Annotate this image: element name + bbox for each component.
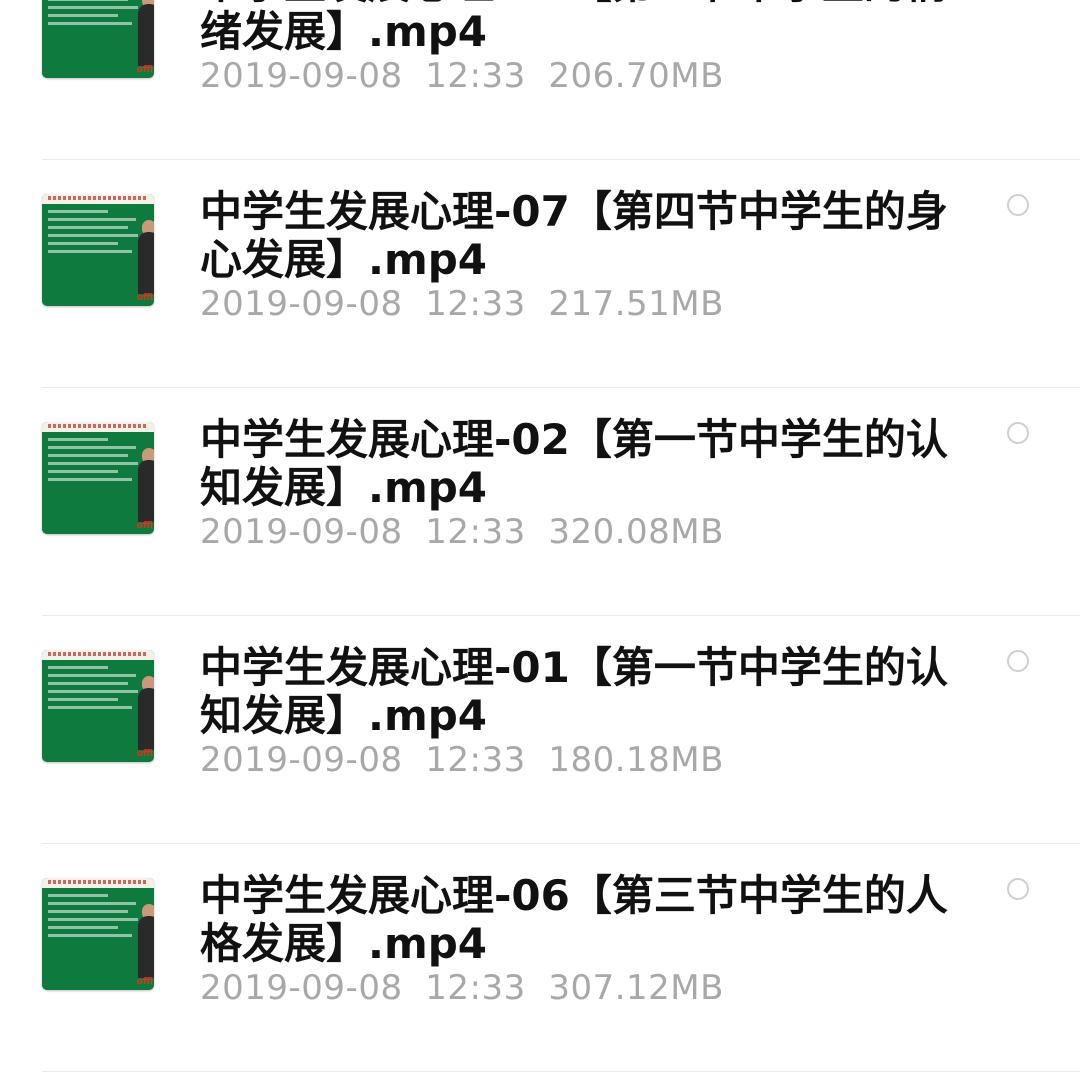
file-date: 2019-09-08	[200, 512, 403, 552]
file-list-item-1[interactable]: offi 中学生发展心理-03【第二节中学生的情 绪发展】.mp4 2019-0…	[0, 0, 1080, 160]
file-title-line1: 中学生发展心理-01【第一节中学生的认	[200, 643, 948, 692]
video-thumbnail: offi	[42, 878, 154, 990]
select-radio[interactable]	[1007, 194, 1029, 216]
file-title: 中学生发展心理-06【第三节中学生的人 格发展】.mp4	[200, 872, 960, 968]
file-list-item-3[interactable]: offi 中学生发展心理-02【第一节中学生的认 知发展】.mp4 2019-0…	[0, 388, 1080, 616]
select-radio[interactable]	[1007, 650, 1029, 672]
file-time: 12:33	[425, 56, 526, 96]
file-title-line2: 知发展】.mp4	[200, 691, 488, 740]
file-size: 307.12MB	[548, 968, 724, 1008]
brand-logo: offi	[136, 65, 153, 75]
file-list: offi 中学生发展心理-03【第二节中学生的情 绪发展】.mp4 2019-0…	[0, 0, 1080, 1080]
file-list-item-4[interactable]: offi 中学生发展心理-01【第一节中学生的认 知发展】.mp4 2019-0…	[0, 616, 1080, 844]
file-meta: 2019-09-08 12:33 180.18MB	[200, 740, 724, 780]
brand-logo: offi	[136, 749, 153, 759]
file-time: 12:33	[425, 740, 526, 780]
file-title-line2: 格发展】.mp4	[200, 919, 488, 968]
file-time: 12:33	[425, 512, 526, 552]
file-date: 2019-09-08	[200, 284, 403, 324]
file-meta: 2019-09-08 12:33 320.08MB	[200, 512, 724, 552]
file-title-line1: 中学生发展心理-02【第一节中学生的认	[200, 415, 948, 464]
file-title-line2: 心发展】.mp4	[200, 235, 488, 284]
file-date: 2019-09-08	[200, 740, 403, 780]
video-thumbnail: offi	[42, 650, 154, 762]
video-thumbnail: offi	[42, 194, 154, 306]
file-meta: 2019-09-08 12:33 307.12MB	[200, 968, 724, 1008]
file-title: 中学生发展心理-07【第四节中学生的身 心发展】.mp4	[200, 188, 960, 284]
file-size: 320.08MB	[548, 512, 724, 552]
file-meta: 2019-09-08 12:33 206.70MB	[200, 56, 724, 96]
brand-logo: offi	[136, 521, 153, 531]
brand-logo: offi	[136, 293, 153, 303]
select-radio[interactable]	[1007, 878, 1029, 900]
file-title-line1: 中学生发展心理-06【第三节中学生的人	[200, 871, 948, 920]
file-size: 206.70MB	[548, 56, 724, 96]
file-list-item-2[interactable]: offi 中学生发展心理-07【第四节中学生的身 心发展】.mp4 2019-0…	[0, 160, 1080, 388]
file-title-line1: 中学生发展心理-07【第四节中学生的身	[200, 187, 948, 236]
file-time: 12:33	[425, 968, 526, 1008]
file-title: 中学生发展心理-03【第二节中学生的情 绪发展】.mp4	[200, 0, 960, 56]
file-meta: 2019-09-08 12:33 217.51MB	[200, 284, 724, 324]
file-title-line2: 知发展】.mp4	[200, 463, 488, 512]
video-thumbnail: offi	[42, 422, 154, 534]
file-date: 2019-09-08	[200, 56, 403, 96]
file-list-item-5[interactable]: offi 中学生发展心理-06【第三节中学生的人 格发展】.mp4 2019-0…	[0, 844, 1080, 1072]
row-divider	[42, 1071, 1080, 1072]
brand-logo: offi	[136, 977, 153, 987]
file-title-line2: 绪发展】.mp4	[200, 7, 488, 56]
video-thumbnail: offi	[42, 0, 154, 78]
file-size: 180.18MB	[548, 740, 724, 780]
file-size: 217.51MB	[548, 284, 724, 324]
select-radio[interactable]	[1007, 422, 1029, 444]
file-date: 2019-09-08	[200, 968, 403, 1008]
file-time: 12:33	[425, 284, 526, 324]
file-title: 中学生发展心理-02【第一节中学生的认 知发展】.mp4	[200, 416, 960, 512]
file-title: 中学生发展心理-01【第一节中学生的认 知发展】.mp4	[200, 644, 960, 740]
